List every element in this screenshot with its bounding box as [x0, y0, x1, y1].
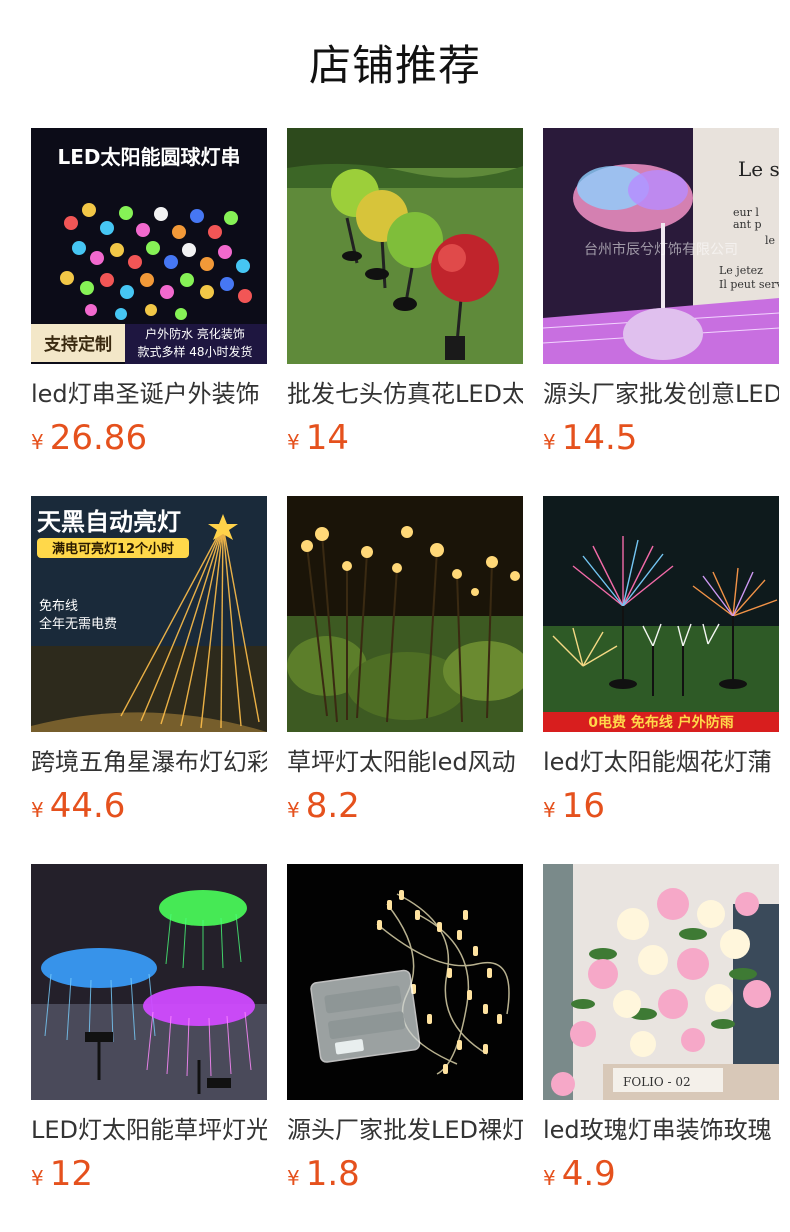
image-banner: 0电费 免布线 户外防雨 — [588, 714, 734, 731]
price-value: 1.8 — [305, 1154, 360, 1194]
product-price: ¥12 — [31, 1154, 267, 1200]
product-image[interactable] — [287, 128, 523, 364]
product-card[interactable]: 天黑自动亮灯 满电可亮灯12个小时 免布线 全年无需电费 跨境五角星瀑布灯幻彩 … — [31, 496, 267, 832]
product-image[interactable] — [287, 496, 523, 732]
product-price: ¥16 — [543, 786, 779, 832]
product-name[interactable]: 源头厂家批发创意LED — [543, 378, 779, 410]
currency-symbol: ¥ — [543, 798, 556, 822]
product-card[interactable]: LED灯太阳能草坪灯光 ¥12 — [31, 864, 267, 1200]
image-caption: 免布线 — [39, 599, 78, 614]
image-caption: LED太阳能圆球灯串 — [57, 145, 240, 169]
product-name[interactable]: led灯太阳能烟花灯蒲 — [543, 746, 779, 778]
price-value: 12 — [49, 1154, 93, 1194]
product-image[interactable]: 天黑自动亮灯 满电可亮灯12个小时 免布线 全年无需电费 — [31, 496, 267, 732]
currency-symbol: ¥ — [543, 430, 556, 454]
image-badge: 支持定制 — [44, 334, 112, 355]
product-name[interactable]: 源头厂家批发LED裸灯 — [287, 1114, 523, 1146]
product-image[interactable]: LED太阳能圆球灯串 支持定制 户外防水 亮化装饰 款式多样 48小时发货 — [31, 128, 267, 364]
product-price: ¥14.5 — [543, 418, 779, 464]
currency-symbol: ¥ — [287, 798, 300, 822]
product-card[interactable]: Le sa eur l ant p le Le jetez Il peut se… — [543, 128, 779, 464]
image-caption: Le jetez — [719, 264, 763, 277]
product-price: ¥14 — [287, 418, 523, 464]
price-value: 14 — [305, 418, 349, 458]
product-card[interactable]: 源头厂家批发LED裸灯 ¥1.8 — [287, 864, 523, 1200]
product-price: ¥26.86 — [31, 418, 267, 464]
product-card[interactable]: LED太阳能圆球灯串 支持定制 户外防水 亮化装饰 款式多样 48小时发货 le… — [31, 128, 267, 464]
image-caption: 款式多样 48小时发货 — [137, 344, 252, 359]
image-caption: 全年无需电费 — [39, 616, 117, 632]
currency-symbol: ¥ — [31, 1166, 44, 1190]
image-caption: 天黑自动亮灯 — [37, 508, 181, 536]
currency-symbol: ¥ — [287, 1166, 300, 1190]
price-value: 16 — [561, 786, 605, 826]
currency-symbol: ¥ — [31, 798, 44, 822]
image-badge: 满电可亮灯12个小时 — [52, 541, 174, 557]
section-title: 店铺推荐 — [308, 41, 481, 90]
price-value: 8.2 — [305, 786, 360, 826]
product-image[interactable]: FOLIO - 02 — [543, 864, 779, 1100]
price-value: 44.6 — [49, 786, 126, 826]
product-price: ¥1.8 — [287, 1154, 523, 1200]
product-image[interactable] — [287, 864, 523, 1100]
image-caption: ant p — [733, 218, 762, 231]
product-card[interactable]: 草坪灯太阳能led风动 ¥8.2 — [287, 496, 523, 832]
currency-symbol: ¥ — [31, 430, 44, 454]
product-name[interactable]: 批发七头仿真花LED太 — [287, 378, 523, 410]
product-name[interactable]: 跨境五角星瀑布灯幻彩 — [31, 746, 267, 778]
product-card[interactable]: FOLIO - 02 led玫瑰灯串装饰玫瑰 ¥ 4.9 — [543, 864, 779, 1200]
price-value: 4.9 — [561, 1154, 616, 1194]
image-caption: le — [765, 234, 775, 247]
product-name[interactable]: 草坪灯太阳能led风动 — [287, 746, 523, 778]
product-price: ¥4.9 — [543, 1154, 779, 1200]
price-value: 14.5 — [561, 418, 638, 458]
watermark-text: 台州市辰兮灯饰有限公司 — [584, 241, 738, 258]
product-image[interactable]: 0电费 免布线 户外防雨 — [543, 496, 779, 732]
image-caption: FOLIO - 02 — [623, 1075, 691, 1089]
currency-symbol: ¥ — [287, 430, 300, 454]
product-price: ¥8.2 — [287, 786, 523, 832]
product-name[interactable]: led玫瑰灯串装饰玫瑰 — [543, 1114, 779, 1146]
image-caption: 户外防水 亮化装饰 — [145, 326, 245, 341]
currency-symbol: ¥ — [543, 1166, 556, 1190]
product-card[interactable]: 批发七头仿真花LED太 ¥14 — [287, 128, 523, 464]
price-value: 26.86 — [49, 418, 148, 458]
product-image[interactable]: Le sa eur l ant p le Le jetez Il peut se… — [543, 128, 779, 364]
product-image[interactable] — [31, 864, 267, 1100]
product-name[interactable]: led灯串圣诞户外装饰 — [31, 378, 267, 410]
image-caption: Il peut servi — [719, 278, 779, 291]
product-card[interactable]: 0电费 免布线 户外防雨 led灯太阳能烟花灯蒲 ¥16 — [543, 496, 779, 832]
image-caption: Le sa — [738, 157, 779, 181]
product-name[interactable]: LED灯太阳能草坪灯光 — [31, 1114, 267, 1146]
product-price: ¥44.6 — [31, 786, 267, 832]
